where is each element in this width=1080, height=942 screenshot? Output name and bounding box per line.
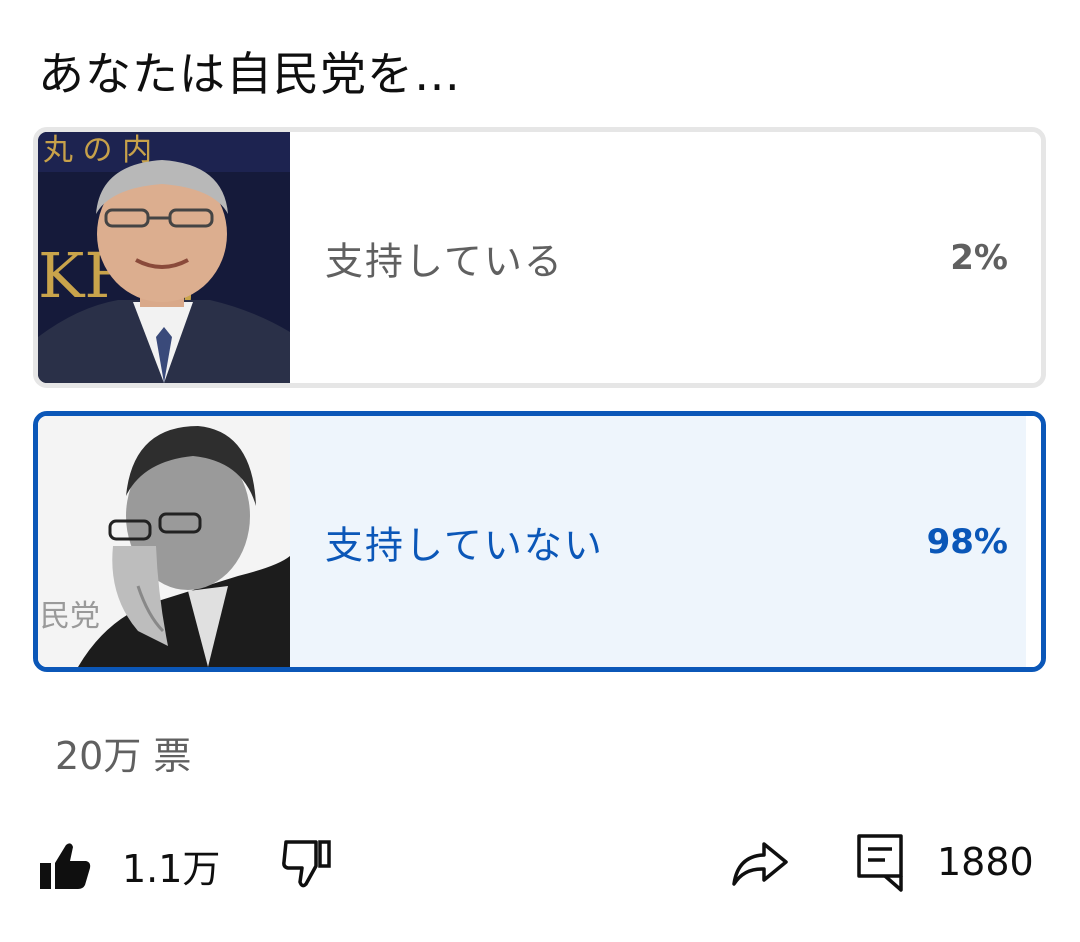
poll-option-support[interactable]: 丸 の 内 KFCJ 支持している 2%	[33, 127, 1046, 388]
comments-button[interactable]: 1880	[855, 832, 1034, 892]
option-content: 支持している 2%	[290, 132, 1041, 383]
community-poll-post: あなたは自民党を… 丸 の 内 KFCJ 支持している	[0, 0, 1080, 942]
option-percent: 2%	[950, 237, 1008, 278]
option-photo-smiling-man: 丸 の 内 KFCJ	[38, 132, 290, 383]
comment-count: 1880	[937, 840, 1034, 884]
option-percent: 98%	[926, 521, 1008, 562]
like-button[interactable]: 1.1万	[38, 838, 220, 893]
share-icon	[732, 842, 788, 886]
svg-text:民党: 民党	[40, 599, 100, 634]
thumbs-up-icon	[40, 842, 91, 889]
action-bar: 1.1万 1880	[0, 820, 1080, 910]
svg-text:丸 の 内: 丸 の 内	[43, 133, 152, 168]
option-label: 支持していない	[325, 523, 604, 567]
option-photo-tired-man-bw: 民党	[38, 416, 290, 667]
poll-title: あなたは自民党を…	[38, 47, 461, 101]
share-button[interactable]	[730, 838, 790, 888]
dislike-button[interactable]	[280, 838, 334, 888]
option-label: 支持している	[325, 239, 564, 283]
vote-count: 20万 票	[55, 734, 192, 778]
option-content: 支持していない 98%	[290, 416, 1041, 667]
thumbs-down-icon	[282, 840, 331, 888]
comment-icon	[857, 834, 903, 892]
like-count: 1.1万	[122, 847, 221, 891]
option-result-bar-remainder	[1025, 416, 1041, 667]
poll-option-not-support[interactable]: 民党 支持していない 98%	[33, 411, 1046, 672]
